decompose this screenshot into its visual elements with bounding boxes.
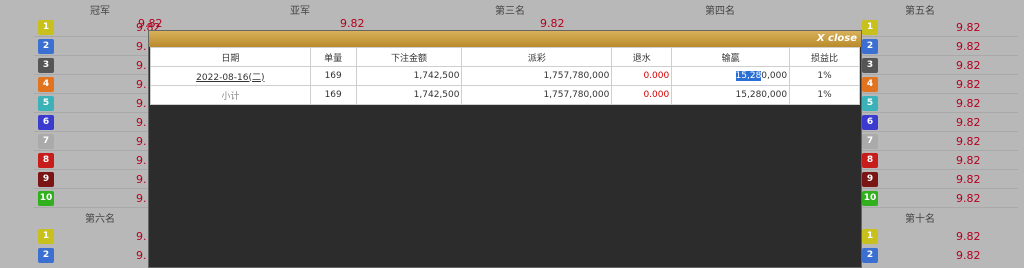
number-badge: 9 — [862, 172, 878, 187]
column-header-2: 亚军 — [290, 6, 310, 17]
odds-value[interactable]: 9.82 — [956, 246, 981, 265]
number-badge: 4 — [862, 77, 878, 92]
win-rest: 0,000 — [761, 71, 788, 81]
header-bet: 下注金额 — [355, 47, 463, 67]
number-badge: 8 — [862, 153, 878, 168]
number-badge: 10 — [38, 191, 54, 206]
odds-value[interactable]: 9. — [136, 37, 147, 56]
number-badge: 4 — [38, 77, 54, 92]
number-badge: 1 — [862, 229, 878, 244]
odds-value[interactable]: 9.82 — [956, 94, 981, 113]
odds-value[interactable]: 9. — [136, 189, 147, 208]
column-header-3: 第三名 — [495, 6, 525, 17]
report-dialog: X close 日期 单量 下注金额 派彩 退水 输赢 损益比 2022-08-… — [148, 30, 862, 268]
odds-value[interactable]: 9. — [136, 56, 147, 75]
odds-value[interactable]: 9.82 — [956, 56, 981, 75]
table-row: 2022-08-16(二) 169 1,742,500 1,757,780,00… — [150, 66, 860, 86]
header-rebate: 退水 — [611, 47, 673, 67]
odds-row: 7 9.82 — [858, 132, 1018, 151]
number-badge: 5 — [862, 96, 878, 111]
number-badge: 5 — [38, 96, 54, 111]
odds-value[interactable]: 9. — [136, 151, 147, 170]
bet-cell: 1,742,500 — [355, 85, 463, 105]
bet-cell: 1,742,500 — [355, 66, 463, 86]
odds-value[interactable]: 9.82 — [956, 170, 981, 189]
odds-value[interactable]: 9.82 — [956, 18, 981, 37]
number-badge: 1 — [38, 229, 54, 244]
win-cell: 15,280,000 — [671, 66, 791, 86]
number-badge: 2 — [38, 248, 54, 263]
close-button[interactable]: X close — [817, 32, 857, 46]
number-badge: 3 — [862, 58, 878, 73]
odds-value[interactable]: 9.82 — [956, 37, 981, 56]
header-payout: 派彩 — [461, 47, 613, 67]
odds-row: 1 9.82 — [858, 227, 1018, 246]
subtotal-label: 小计 — [150, 85, 311, 105]
results-page: 冠军 亚军 第三名 第四名 第五名 9.82 9.82 9.82 1 9.82 2 9… — [0, 0, 1024, 268]
odds-row: 3 9.82 — [858, 56, 1018, 75]
odds-value[interactable]: 9. — [136, 113, 147, 132]
number-badge: 6 — [862, 115, 878, 130]
column-header-4: 第四名 — [705, 6, 735, 17]
odds-value[interactable]: 9. — [136, 94, 147, 113]
table-row: 小计 169 1,742,500 1,757,780,000 0.000 15,… — [150, 85, 860, 105]
odds-value[interactable]: 9.82 — [956, 227, 981, 246]
odds-row: 9 9.82 — [858, 170, 1018, 189]
number-badge: 10 — [862, 191, 878, 206]
header-win: 输赢 — [671, 47, 791, 67]
count-cell: 169 — [309, 66, 357, 86]
number-badge: 9 — [38, 172, 54, 187]
odds-value[interactable]: 9. — [136, 227, 147, 246]
odds-row: 6 9.82 — [858, 113, 1018, 132]
report-table: 日期 单量 下注金额 派彩 退水 输赢 损益比 2022-08-16(二) 16… — [150, 47, 860, 105]
rebate-cell: 0.000 — [611, 85, 673, 105]
win-cell: 15,280,000 — [671, 85, 791, 105]
row-divider — [858, 207, 1018, 208]
odds-row: 8 9.82 — [858, 151, 1018, 170]
number-badge: 1 — [862, 20, 878, 35]
odds-value[interactable]: 9.82 — [956, 132, 981, 151]
number-badge: 7 — [38, 134, 54, 149]
number-badge: 7 — [862, 134, 878, 149]
payout-cell: 1,757,780,000 — [461, 66, 613, 86]
ratio-cell: 1% — [789, 85, 860, 105]
number-badge: 1 — [38, 20, 54, 35]
odds-value[interactable]: 9.82 — [956, 151, 981, 170]
table-header-row: 日期 单量 下注金额 派彩 退水 输赢 损益比 — [150, 47, 860, 67]
payout-cell: 1,757,780,000 — [461, 85, 613, 105]
odds-value[interactable]: 9. — [136, 246, 147, 265]
odds-row: 1 9.82 — [858, 18, 1018, 37]
number-badge: 6 — [38, 115, 54, 130]
number-badge: 2 — [862, 39, 878, 54]
selected-text: 15,28 — [735, 71, 762, 81]
number-badge: 3 — [38, 58, 54, 73]
odds-value[interactable]: 9. — [136, 170, 147, 189]
odds-row: 5 9.82 — [858, 94, 1018, 113]
odds-row: 2 9.82 — [858, 37, 1018, 56]
number-badge: 2 — [38, 39, 54, 54]
header-date: 日期 — [150, 47, 311, 67]
odds-value[interactable]: 9.82 — [956, 75, 981, 94]
odds-row: 10 9.82 — [858, 189, 1018, 208]
header-ratio: 损益比 — [789, 47, 860, 67]
number-badge: 2 — [862, 248, 878, 263]
odds-value[interactable]: 9.82 — [956, 113, 981, 132]
number-badge: 8 — [38, 153, 54, 168]
dialog-titlebar: X close — [149, 31, 861, 47]
count-cell: 169 — [309, 85, 357, 105]
rebate-cell: 0.000 — [611, 66, 673, 86]
date-link[interactable]: 2022-08-16(二) — [150, 66, 311, 86]
odds-value[interactable]: 9. — [136, 75, 147, 94]
odds-value[interactable]: 9.82 — [956, 189, 981, 208]
odds-row: 2 9.82 — [858, 246, 1018, 265]
odds-row: 4 9.82 — [858, 75, 1018, 94]
ratio-cell: 1% — [789, 66, 860, 86]
odds-value[interactable]: 9. — [136, 132, 147, 151]
header-count: 单量 — [309, 47, 357, 67]
